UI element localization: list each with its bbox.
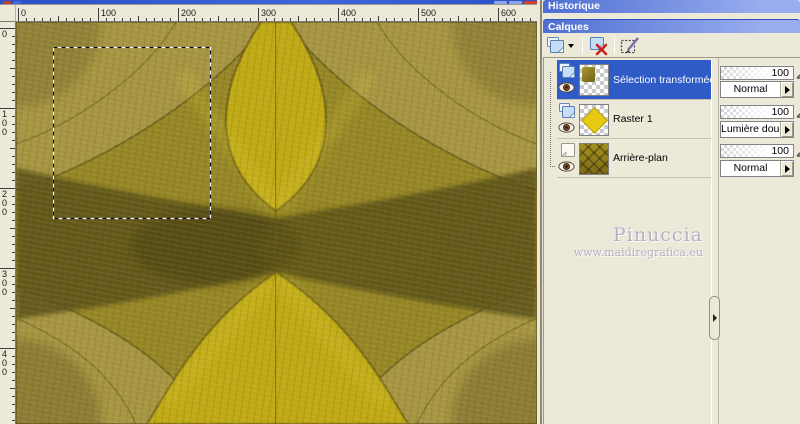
ruler-label: 0	[2, 29, 8, 39]
layer-name: Raster 1	[613, 113, 653, 125]
dropdown-arrow-icon	[568, 44, 574, 48]
layer-link-indicator	[550, 72, 555, 167]
layer-opacity-field[interactable]: 100	[720, 144, 794, 158]
layer-thumbnail[interactable]	[579, 104, 609, 136]
layer-thumbnail[interactable]	[579, 143, 609, 175]
layer-visibility-eye-icon[interactable]	[558, 82, 575, 96]
layer-visibility-eye-icon[interactable]	[558, 161, 575, 175]
opacity-slider-icon[interactable]	[796, 106, 800, 118]
blend-mode-value: Normal	[733, 83, 768, 95]
layer-name: Arrière-plan	[613, 152, 668, 164]
layer-visibility-eye-icon[interactable]	[558, 122, 575, 136]
gold-kaleidoscope-image	[0, 0, 622, 424]
blend-dropdown-button[interactable]	[780, 122, 793, 137]
layer-opacity-field[interactable]: 100	[720, 105, 794, 119]
brush-icon	[627, 37, 639, 51]
ruler-label: 500	[421, 8, 437, 18]
blend-mode-dropdown[interactable]: Normal	[720, 160, 794, 177]
collapse-arrow-icon	[713, 314, 717, 322]
tile-seam	[275, 22, 277, 424]
historique-title: Historique	[548, 0, 600, 12]
ruler-label: 400	[341, 8, 357, 18]
opacity-value: 100	[771, 106, 789, 118]
ruler-label: 0	[2, 287, 8, 297]
opacity-value: 100	[771, 145, 789, 157]
toolbar-separator	[614, 37, 615, 54]
ruler-label: 0	[2, 207, 8, 217]
layer-row-2[interactable]: Raster 1	[557, 100, 711, 139]
horizontal-ruler: 0 100 200 300 400 500 600	[16, 4, 537, 22]
ruler-label: 100	[101, 8, 117, 18]
layer-name: Sélection transformée	[613, 73, 716, 86]
blend-dropdown-button[interactable]	[780, 161, 793, 176]
ruler-label: 600	[501, 8, 517, 18]
ruler-label: 0	[2, 127, 8, 137]
calques-title: Calques	[548, 21, 589, 33]
layer-properties-column: 100 Normal 100 Lumière douce 100 Normal	[720, 58, 800, 424]
blend-mode-dropdown[interactable]: Normal	[720, 81, 794, 98]
ruler-label: 200	[181, 8, 197, 18]
calques-toolbar	[543, 34, 800, 58]
right-arrow-icon	[785, 126, 790, 134]
ruler-label: 0	[2, 367, 8, 377]
right-arrow-icon	[785, 86, 790, 94]
opacity-value: 100	[771, 67, 789, 79]
panel-splitter[interactable]	[711, 58, 719, 424]
delete-layer-button[interactable]	[588, 36, 612, 56]
historique-palette-header[interactable]: Historique	[543, 0, 800, 13]
layer-thumbnail[interactable]	[579, 64, 609, 96]
opacity-slider-icon[interactable]	[796, 67, 800, 79]
selection-content-thumb	[582, 67, 595, 82]
blend-mode-dropdown[interactable]: Lumière douce	[720, 121, 794, 138]
ruler-label: 300	[261, 8, 277, 18]
blend-mode-value: Normal	[733, 162, 768, 174]
opacity-slider-icon[interactable]	[796, 145, 800, 157]
toolbar-separator	[582, 37, 583, 54]
panel-collapse-handle[interactable]	[709, 296, 720, 340]
ruler-label: 0	[21, 8, 27, 18]
layer-row-1[interactable]: Sélection transformée	[557, 60, 715, 100]
layer-opacity-field[interactable]: 100	[720, 66, 794, 80]
watermark-name: Pinuccia	[612, 224, 703, 246]
edit-selection-button[interactable]	[619, 36, 643, 56]
blend-dropdown-button[interactable]	[780, 82, 793, 97]
diamond-thumb	[581, 107, 608, 134]
right-arrow-icon	[785, 165, 790, 173]
image-canvas[interactable]	[0, 0, 622, 424]
watermark-url: www.maidiregrafica.eu	[573, 246, 703, 259]
blend-mode-value: Lumière douce	[721, 123, 791, 135]
layer-row-3[interactable]: Arrière-plan	[557, 139, 711, 178]
layer-link-indicator	[550, 166, 555, 167]
window-edge	[540, 0, 542, 424]
new-layer-button[interactable]	[546, 36, 576, 56]
ruler-corner	[0, 4, 16, 22]
calques-palette-header[interactable]: Calques	[543, 19, 800, 33]
vertical-ruler: 0100200300400	[0, 22, 16, 424]
